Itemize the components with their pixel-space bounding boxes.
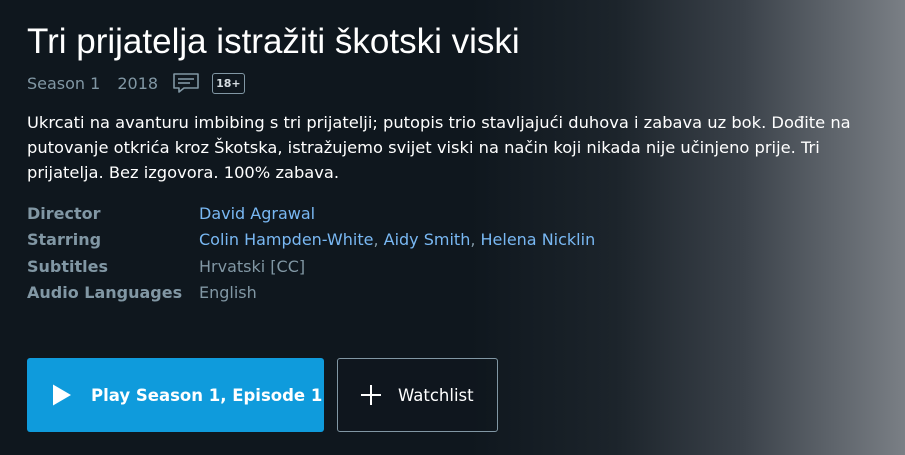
audio-languages-value: English xyxy=(199,282,257,302)
page-title: Tri prijatelja istražiti škotski viski xyxy=(27,22,520,61)
release-year: 2018 xyxy=(117,73,159,93)
director-label: Director xyxy=(27,204,101,223)
subtitles-row: Subtitles Hrvatski [CC] xyxy=(27,254,595,280)
play-button-label: Play Season 1, Episode 1 xyxy=(91,385,323,405)
director-row: Director David Agrawal xyxy=(27,201,595,227)
separator: , xyxy=(373,230,384,250)
separator: , xyxy=(470,230,481,250)
play-button[interactable]: Play Season 1, Episode 1 xyxy=(27,358,324,432)
actor-link[interactable]: Aidy Smith xyxy=(384,230,471,249)
actor-link[interactable]: Colin Hampden-White xyxy=(199,230,373,249)
synopsis: Ukrcati na avanturu imbibing s tri prija… xyxy=(27,113,851,182)
watchlist-button-label: Watchlist xyxy=(398,385,474,405)
title-meta: Season 1 2018 18+ xyxy=(27,70,245,96)
watchlist-button[interactable]: Watchlist xyxy=(337,358,498,432)
plus-icon xyxy=(360,384,382,406)
subtitles-label: Subtitles xyxy=(27,256,109,276)
maturity-rating-badge: 18+ xyxy=(212,72,245,94)
season-label: Season 1 xyxy=(27,73,101,93)
starring-row: Starring Colin Hampden-White, Aidy Smith… xyxy=(27,227,595,253)
audio-languages-label: Audio Languages xyxy=(27,282,183,302)
starring-label: Starring xyxy=(27,230,102,250)
subtitles-value: Hrvatski [CC] xyxy=(199,256,306,276)
director-link[interactable]: David Agrawal xyxy=(199,201,315,227)
audio-languages-row: Audio Languages English xyxy=(27,280,595,306)
actor-link[interactable]: Helena Nicklin xyxy=(481,230,596,249)
play-icon xyxy=(51,383,73,407)
details-list: Director David Agrawal Starring Colin Ha… xyxy=(27,201,595,306)
subtitles-icon xyxy=(172,72,200,94)
starring-values: Colin Hampden-White, Aidy Smith, Helena … xyxy=(199,227,595,253)
